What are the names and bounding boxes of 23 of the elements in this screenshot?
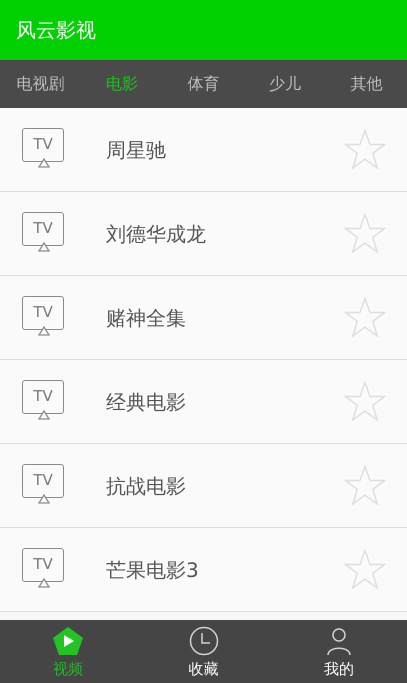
clock-icon [188,626,218,656]
category-tab[interactable]: 体育 [162,60,244,108]
category-tab[interactable]: 其他 [326,60,407,108]
play-icon [52,626,84,656]
category-tab[interactable]: 电视剧 [0,60,82,108]
app-title: 风云影视 [16,17,96,44]
item-title: 芒果电影3 [106,556,200,584]
star-icon[interactable] [343,548,387,590]
item-title: 刘德华成龙 [106,220,207,248]
star-icon[interactable] [343,380,387,422]
star-icon[interactable] [343,464,387,506]
category-tab[interactable]: 电影 [81,60,163,108]
item-title: 赌神全集 [106,304,187,332]
item-title: 抗战电影 [106,472,187,500]
category-tab[interactable]: 少儿 [244,60,326,108]
nav-tab[interactable]: 我的 [271,620,407,683]
nav-tab[interactable]: 视频 [0,620,136,683]
star-icon[interactable] [343,128,387,170]
item-title: 经典电影 [106,388,187,416]
star-icon[interactable] [343,296,387,338]
star-icon[interactable] [343,212,387,254]
nav-tab[interactable]: 收藏 [136,620,272,683]
item-title: 周星驰 [106,136,167,164]
